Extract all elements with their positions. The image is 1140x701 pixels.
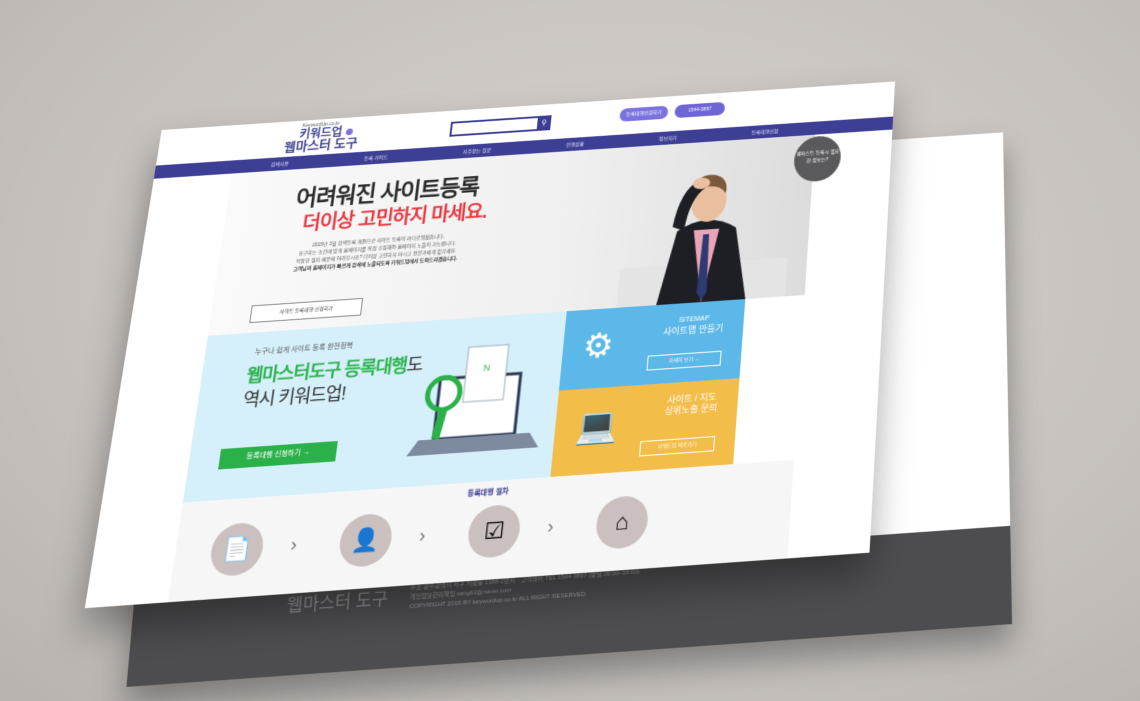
sitemap-title: SITEMAP 사이트맵 만들기 — [663, 312, 725, 338]
search-input[interactable]: ⚲ — [449, 115, 552, 137]
hero-description: 2015년 3월 검색등록 개편으로 사이트 등록이 까다로워졌습니다. 요구하… — [276, 231, 477, 275]
nav-item-faq[interactable]: 자주묻는 질문 — [463, 146, 492, 154]
apply-pill-button[interactable]: 등록대행신청하기 — [619, 105, 669, 122]
sitemap-tile[interactable]: ⚙ SITEMAP 사이트맵 만들기 자세히 보기 → — [558, 299, 746, 391]
mockup-stage: 웹마스터 도구 주소 광주광역시 서구 치평동 1388-2번지 · 고객센터 … — [0, 0, 1140, 701]
help-bubble[interactable]: 웹마스트 등록시 필요한 정보는? — [792, 134, 843, 183]
inquiry-title: 사이트 / 지도 상위노출 문의 — [664, 392, 718, 418]
nav-item-progress[interactable]: 진행상황 — [566, 140, 585, 148]
site-logo[interactable]: KeywordUp.co.kr 키워드업 웹마스터 도구 — [283, 121, 360, 154]
nav-item-info[interactable]: 정보지기 — [659, 134, 677, 142]
sitemap-more-button[interactable]: 자세히 보기 → — [646, 350, 722, 371]
home-step-icon: ⌂ — [594, 494, 650, 551]
tablet-check-step-icon: ☑ — [465, 503, 523, 560]
chevron-right-icon: › — [289, 533, 299, 556]
gears-icon: ⚙ — [581, 326, 616, 367]
frustrated-businessman-image — [616, 173, 788, 308]
svg-text:N: N — [483, 362, 491, 373]
laptop-magnifier-illustration: N — [406, 332, 540, 457]
website-page: KeywordUp.co.kr 키워드업 웹마스터 도구 ⚲ 등록대행신청하기 … — [84, 81, 896, 609]
nav-item-guide[interactable]: 등록 가이드 — [364, 153, 389, 161]
nav-item-apply[interactable]: 등록대행신청 — [751, 127, 778, 135]
inquiry-label-2: 상위노출 문의 — [664, 402, 718, 417]
keywordup-link-button[interactable]: 키워드업 바로가기 — [639, 435, 716, 457]
promo-subtitle: 누구나 쉽게 사이트 등록 완전정복 — [254, 342, 354, 357]
promo-banner: 누구나 쉽게 사이트 등록 완전정복 웹마스터도구 등록대행도 역시 키워드업!… — [182, 311, 567, 503]
chevron-right-icon: › — [546, 515, 555, 537]
hero-apply-button[interactable]: 사이트 등록대행 신청하기 — [249, 297, 364, 324]
nav-item-search[interactable]: 검색사용 — [270, 160, 289, 168]
logo-line2: 웹마스터 도구 — [283, 135, 359, 155]
chevron-right-icon: › — [418, 524, 427, 546]
document-step-icon: 📄 — [207, 521, 267, 578]
site-map-inquiry-tile[interactable]: 💻 사이트 / 지도 상위노출 문의 키워드업 바로가기 — [550, 378, 740, 477]
promo-apply-button[interactable]: 등록대행 신청하기 → — [218, 440, 338, 470]
consultant-step-icon: 👤 — [336, 512, 395, 569]
monitor-devices-icon: 💻 — [573, 405, 620, 447]
logo-dot-icon — [345, 128, 353, 136]
phone-pill-button[interactable]: 1544-3897 — [674, 101, 726, 119]
search-icon[interactable]: ⚲ — [536, 115, 552, 131]
